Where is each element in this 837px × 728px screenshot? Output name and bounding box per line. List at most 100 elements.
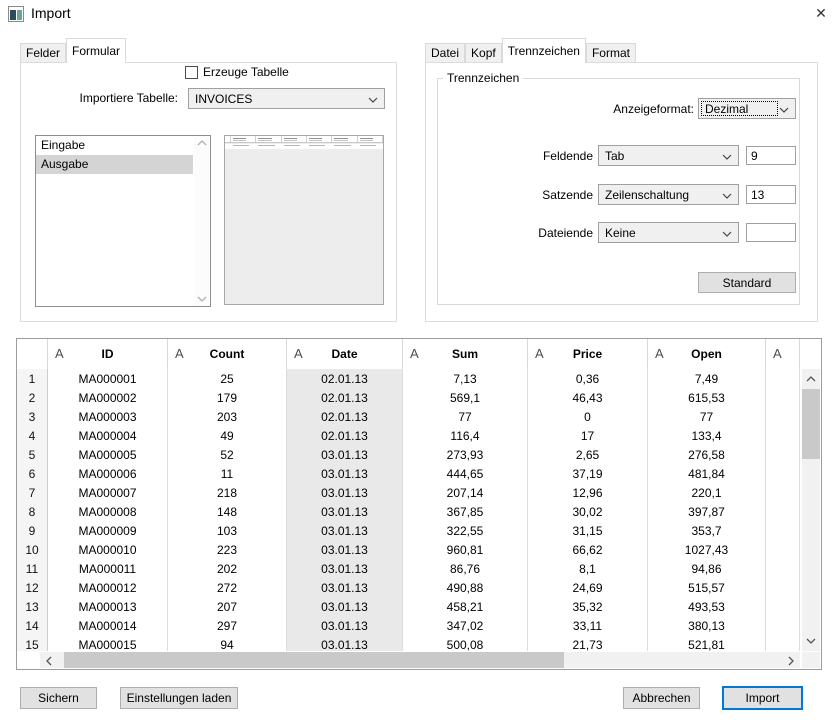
dateiende-combobox[interactable]: Keine (598, 222, 739, 243)
column-header-date[interactable]: ADate (287, 339, 403, 369)
cell-open: 521,81 (648, 635, 766, 651)
tab-datei[interactable]: Datei (425, 43, 465, 62)
cell-count: 202 (168, 559, 287, 578)
cell-count: 94 (168, 635, 287, 651)
column-header-open[interactable]: AOpen (648, 339, 766, 369)
dateiende-value: Keine (605, 226, 636, 240)
table-row[interactable]: 8MA00000814803.01.13367,8530,02397,87 (17, 502, 800, 521)
dateiende-label: Dateiende (483, 226, 593, 240)
import-table-value: INVOICES (195, 92, 252, 106)
cell-date: 02.01.13 (287, 369, 403, 388)
cell-date: 03.01.13 (287, 540, 403, 559)
cell-id: MA000003 (48, 407, 168, 426)
satzende-code-field[interactable]: 13 (746, 185, 796, 204)
cell-count: 203 (168, 407, 287, 426)
column-type-indicator: A (175, 346, 184, 361)
cell-count: 179 (168, 388, 287, 407)
mapping-preview-table (224, 135, 384, 305)
table-row[interactable]: 2MA00000217902.01.13569,146,43615,53 (17, 388, 800, 407)
satzende-value: Zeilenschaltung (605, 188, 689, 202)
import-button[interactable]: Import (722, 686, 803, 710)
satzende-combobox[interactable]: Zeilenschaltung (598, 184, 739, 205)
list-item-ausgabe[interactable]: Ausgabe (36, 155, 193, 174)
vertical-scrollbar[interactable] (802, 369, 820, 651)
cell-price: 0,36 (528, 369, 648, 388)
column-header-sum[interactable]: ASum (403, 339, 528, 369)
table-row[interactable]: 11MA00001120203.01.1386,768,194,86 (17, 559, 800, 578)
import-table-label: Importiere Tabelle: (38, 91, 178, 105)
cell-id: MA000004 (48, 426, 168, 445)
table-row[interactable]: 10MA00001022303.01.13960,8166,621027,43 (17, 540, 800, 559)
standard-button[interactable]: Standard (698, 272, 796, 293)
tab-kopf[interactable]: Kopf (465, 43, 502, 62)
column-header-count[interactable]: A Count (168, 339, 287, 369)
feldende-combobox[interactable]: Tab (598, 145, 739, 166)
table-row[interactable]: 3MA00000320302.01.1377077 (17, 407, 800, 426)
cell-open: 77 (648, 407, 766, 426)
table-row[interactable]: 6MA0000061103.01.13444,6537,19481,84 (17, 464, 800, 483)
list-item-eingabe[interactable]: Eingabe (36, 136, 193, 155)
table-row[interactable]: 1MA0000012502.01.137,130,367,49 (17, 369, 800, 388)
tab-format[interactable]: Format (586, 43, 636, 62)
cell-sum: 569,1 (403, 388, 528, 407)
cell-open: 220,1 (648, 483, 766, 502)
cell-price: 24,69 (528, 578, 648, 597)
cell-sum: 77 (403, 407, 528, 426)
feldende-code-field[interactable]: 9 (746, 146, 796, 165)
anzeigeformat-combobox[interactable]: Dezimal (698, 98, 796, 119)
focus-rect (701, 101, 778, 116)
data-table: AIDACountADateASumAPriceAOpenA 1MA000001… (16, 338, 822, 670)
column-header-price[interactable]: APrice (528, 339, 648, 369)
row-number: 14 (17, 616, 48, 635)
listbox-scrollbar[interactable] (194, 136, 210, 306)
column-type-indicator: A (655, 346, 664, 361)
cell-date: 03.01.13 (287, 483, 403, 502)
table-row[interactable]: 9MA00000910303.01.13322,5531,15353,7 (17, 521, 800, 540)
table-row[interactable]: 15MA0000159403.01.13500,0821,73521,81 (17, 635, 800, 651)
import-dialog-icon (8, 6, 24, 22)
tab-felder[interactable]: Felder (20, 43, 66, 62)
column-name: Count (210, 347, 245, 361)
tab-formular[interactable]: Formular (66, 38, 126, 63)
column-header-partial[interactable]: A (766, 339, 800, 369)
import-table-combobox[interactable]: INVOICES (188, 88, 385, 109)
table-row[interactable]: 14MA00001429703.01.13347,0233,11380,13 (17, 616, 800, 635)
vertical-scrollbar-thumb[interactable] (802, 389, 820, 459)
horizontal-scrollbar-thumb[interactable] (64, 652, 564, 668)
chevron-up-icon (806, 376, 816, 382)
table-row[interactable]: 5MA0000055203.01.13273,932,65276,58 (17, 445, 800, 464)
cell-id: MA000009 (48, 521, 168, 540)
save-button[interactable]: Sichern (20, 687, 97, 709)
load-settings-button[interactable]: Einstellungen laden (120, 687, 238, 709)
cell-open: 276,58 (648, 445, 766, 464)
cancel-button[interactable]: Abbrechen (623, 687, 700, 709)
row-number: 5 (17, 445, 48, 464)
cell-sum: 490,88 (403, 578, 528, 597)
cell-count: 207 (168, 597, 287, 616)
cell-date: 03.01.13 (287, 616, 403, 635)
table-row[interactable]: 13MA00001320703.01.13458,2135,32493,53 (17, 597, 800, 616)
scrollbar-corner (802, 652, 820, 668)
column-name: ID (102, 347, 114, 361)
cell-empty (766, 616, 800, 635)
cell-id: MA000012 (48, 578, 168, 597)
chevron-up-icon (197, 140, 207, 146)
dateiende-code-field[interactable] (746, 223, 796, 242)
table-row[interactable]: 7MA00000721803.01.13207,1412,96220,1 (17, 483, 800, 502)
row-number: 4 (17, 426, 48, 445)
row-number: 12 (17, 578, 48, 597)
cell-open: 7,49 (648, 369, 766, 388)
cell-sum: 458,21 (403, 597, 528, 616)
tab-trennzeichen[interactable]: Trennzeichen (502, 38, 586, 63)
close-button[interactable]: ✕ (810, 3, 832, 23)
create-table-label: Erzeuge Tabelle (203, 66, 289, 79)
chevron-down-icon (197, 296, 207, 302)
horizontal-scrollbar[interactable] (40, 652, 800, 668)
create-table-checkbox[interactable] (185, 66, 198, 79)
table-row[interactable]: 12MA00001227203.01.13490,8824,69515,57 (17, 578, 800, 597)
column-header-id[interactable]: AID (48, 339, 168, 369)
chevron-left-icon (46, 656, 52, 666)
cell-sum: 444,65 (403, 464, 528, 483)
table-row[interactable]: 4MA0000044902.01.13116,417133,4 (17, 426, 800, 445)
cell-sum: 273,93 (403, 445, 528, 464)
